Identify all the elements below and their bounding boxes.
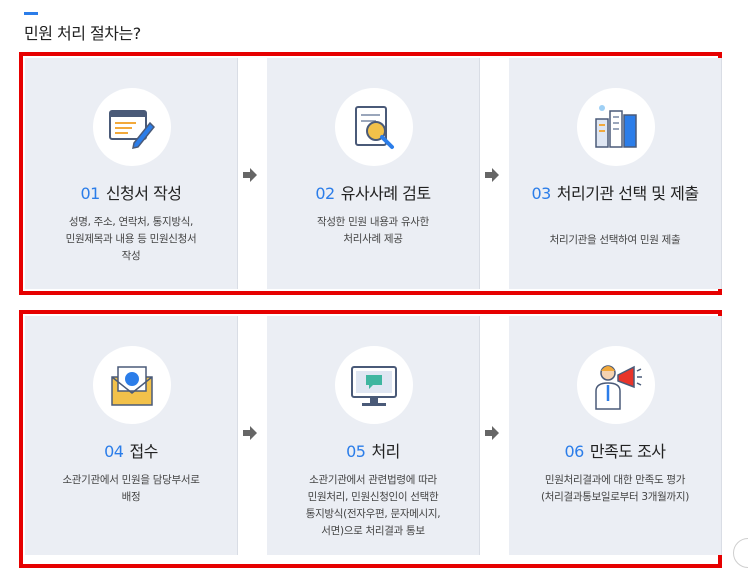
document-magnifier-icon bbox=[335, 88, 413, 166]
steps-row-2: 04 접수 소관기관에서 민원을 담당부서로 배정 05 처리 소관기관에서 관련법… bbox=[19, 310, 722, 568]
desc-line: 처리사례 제공 bbox=[343, 233, 403, 245]
desc-line: 소관기관에서 민원을 담당부서로 bbox=[62, 474, 200, 486]
desc-line: 민원처리, 민원신청인이 선택한 bbox=[307, 491, 439, 503]
monitor-chat-icon bbox=[335, 346, 413, 424]
desc-line: 민원제목과 내용 등 민원신청서 bbox=[65, 233, 197, 245]
desc-line: 민원처리결과에 대한 만족도 평가 bbox=[544, 474, 686, 486]
step-card-06: 06 만족도 조사 민원처리결과에 대한 만족도 평가 (처리결과통보일로부터 3… bbox=[509, 316, 722, 555]
step-description: 성명, 주소, 연락처, 통지방식, 민원제목과 내용 등 민원신청서 작성 bbox=[39, 214, 223, 265]
step-card-03: 03 처리기관 선택 및 제출 처리기관을 선택하여 민원 제출 bbox=[509, 58, 722, 289]
megaphone-person-icon bbox=[577, 346, 655, 424]
step-description: 민원처리결과에 대한 만족도 평가 (처리결과통보일로부터 3개월까지) bbox=[523, 472, 707, 506]
desc-line: 소관기관에서 관련법령에 따라 bbox=[309, 474, 437, 486]
step-card-02: 02 유사사례 검토 작성한 민원 내용과 유사한 처리사례 제공 bbox=[267, 58, 480, 289]
step-card-01: 01 신청서 작성 성명, 주소, 연락처, 통지방식, 민원제목과 내용 등 민… bbox=[25, 58, 238, 289]
step-title-text: 접수 bbox=[129, 442, 158, 461]
step-title-text: 처리 bbox=[371, 442, 400, 461]
steps-row-1: 01 신청서 작성 성명, 주소, 연락처, 통지방식, 민원제목과 내용 등 민… bbox=[19, 52, 722, 295]
desc-line: 배정 bbox=[121, 491, 141, 503]
scroll-top-button[interactable] bbox=[733, 538, 748, 568]
desc-line: 작성 bbox=[121, 250, 141, 262]
step-title-text: 처리기관 선택 및 제출 bbox=[556, 184, 699, 203]
desc-line: 처리기관을 선택하여 민원 제출 bbox=[549, 234, 681, 246]
step-title-text: 만족도 조사 bbox=[589, 442, 666, 461]
step-number: 06 bbox=[564, 442, 584, 461]
step-card-05: 05 처리 소관기관에서 관련법령에 따라 민원처리, 민원신청인이 선택한 통지… bbox=[267, 316, 480, 555]
title-accent-bar bbox=[24, 12, 38, 15]
arrow-right-icon bbox=[243, 426, 257, 440]
step-card-04: 04 접수 소관기관에서 민원을 담당부서로 배정 bbox=[25, 316, 238, 555]
desc-line: (처리결과통보일로부터 3개월까지) bbox=[540, 491, 690, 503]
step-description: 소관기관에서 관련법령에 따라 민원처리, 민원신청인이 선택한 통지방식(전자… bbox=[281, 472, 465, 540]
step-number: 05 bbox=[346, 442, 366, 461]
step-description: 작성한 민원 내용과 유사한 처리사례 제공 bbox=[281, 214, 465, 248]
step-description: 소관기관에서 민원을 담당부서로 배정 bbox=[39, 472, 223, 506]
envelope-icon bbox=[93, 346, 171, 424]
step-title: 02 유사사례 검토 bbox=[275, 184, 471, 203]
step-title: 03 처리기관 선택 및 제출 bbox=[517, 184, 713, 203]
page-title: 민원 처리 절차는? bbox=[24, 24, 141, 43]
step-number: 02 bbox=[315, 184, 335, 203]
buildings-icon bbox=[577, 88, 655, 166]
step-title-text: 유사사례 검토 bbox=[340, 184, 431, 203]
step-number: 03 bbox=[531, 184, 551, 203]
step-number: 01 bbox=[80, 184, 100, 203]
desc-line: 성명, 주소, 연락처, 통지방식, bbox=[68, 216, 194, 228]
step-title: 04 접수 bbox=[33, 442, 229, 461]
arrow-right-icon bbox=[243, 168, 257, 182]
step-title-text: 신청서 작성 bbox=[105, 184, 182, 203]
step-title: 01 신청서 작성 bbox=[33, 184, 229, 203]
step-title: 06 만족도 조사 bbox=[517, 442, 713, 461]
arrow-right-icon bbox=[485, 426, 499, 440]
desc-line: 통지방식(전자우편, 문자메시지, bbox=[305, 508, 441, 520]
step-title: 05 처리 bbox=[275, 442, 471, 461]
desc-line: 서면)으로 처리결과 통보 bbox=[321, 525, 425, 537]
step-number: 04 bbox=[104, 442, 124, 461]
form-pen-icon bbox=[93, 88, 171, 166]
desc-line: 작성한 민원 내용과 유사한 bbox=[316, 216, 430, 228]
arrow-right-icon bbox=[485, 168, 499, 182]
step-description: 처리기관을 선택하여 민원 제출 bbox=[523, 232, 707, 249]
